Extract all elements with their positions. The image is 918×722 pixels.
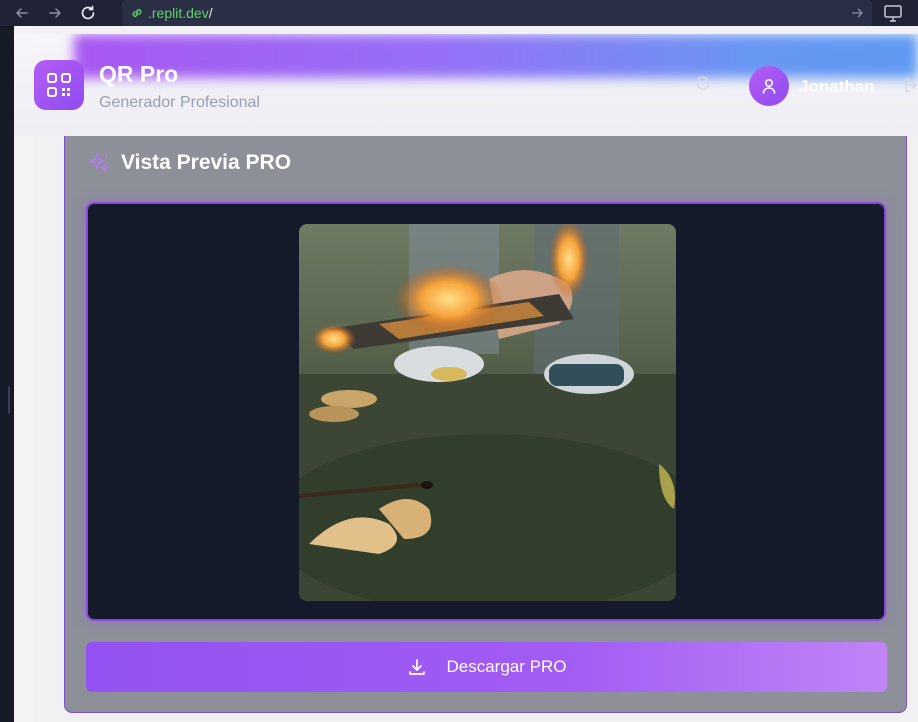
reload-icon [81, 5, 95, 20]
resize-handle[interactable] [8, 386, 10, 414]
device-preview-button[interactable] [882, 2, 904, 29]
download-button[interactable]: Descargar PRO [86, 642, 887, 692]
avatar[interactable] [749, 66, 789, 106]
preview-card: Vista Previa PRO Descargar PRO [64, 136, 907, 713]
qr-code-icon [47, 73, 71, 97]
preview-image [299, 224, 676, 601]
loading-icon [696, 76, 710, 90]
forward-button[interactable] [44, 2, 66, 24]
header-gradient [74, 34, 918, 78]
download-icon [408, 659, 425, 675]
app-subtitle: Generador Profesional [99, 94, 260, 111]
go-icon[interactable] [850, 6, 864, 23]
side-panel-edge [0, 26, 14, 722]
logo[interactable] [34, 60, 84, 110]
url-path: / [208, 5, 213, 21]
preview-panel [86, 202, 886, 621]
arrow-left-icon [15, 8, 28, 18]
preview-photo [299, 224, 676, 601]
app-title: QR Pro [99, 61, 179, 87]
app-header: QR Pro Generador Profesional Jonathan [14, 34, 918, 136]
logout-icon [905, 78, 918, 92]
address-bar[interactable]: .replit.dev / [122, 0, 872, 26]
card-header: Vista Previa PRO [87, 151, 291, 175]
card-title: Vista Previa PRO [121, 151, 292, 174]
user-icon [762, 78, 776, 94]
refresh-button[interactable] [694, 74, 712, 97]
arrow-right-icon [49, 8, 62, 18]
url-domain: .replit.dev [148, 5, 209, 21]
back-button[interactable] [11, 2, 33, 24]
sparkles-icon [89, 153, 110, 173]
link-icon [132, 9, 142, 17]
user-name: Jonathan [799, 77, 875, 96]
download-label: Descargar PRO [446, 657, 567, 676]
monitor-icon [884, 5, 902, 22]
logout-button[interactable] [902, 76, 918, 99]
reload-button[interactable] [77, 2, 99, 24]
